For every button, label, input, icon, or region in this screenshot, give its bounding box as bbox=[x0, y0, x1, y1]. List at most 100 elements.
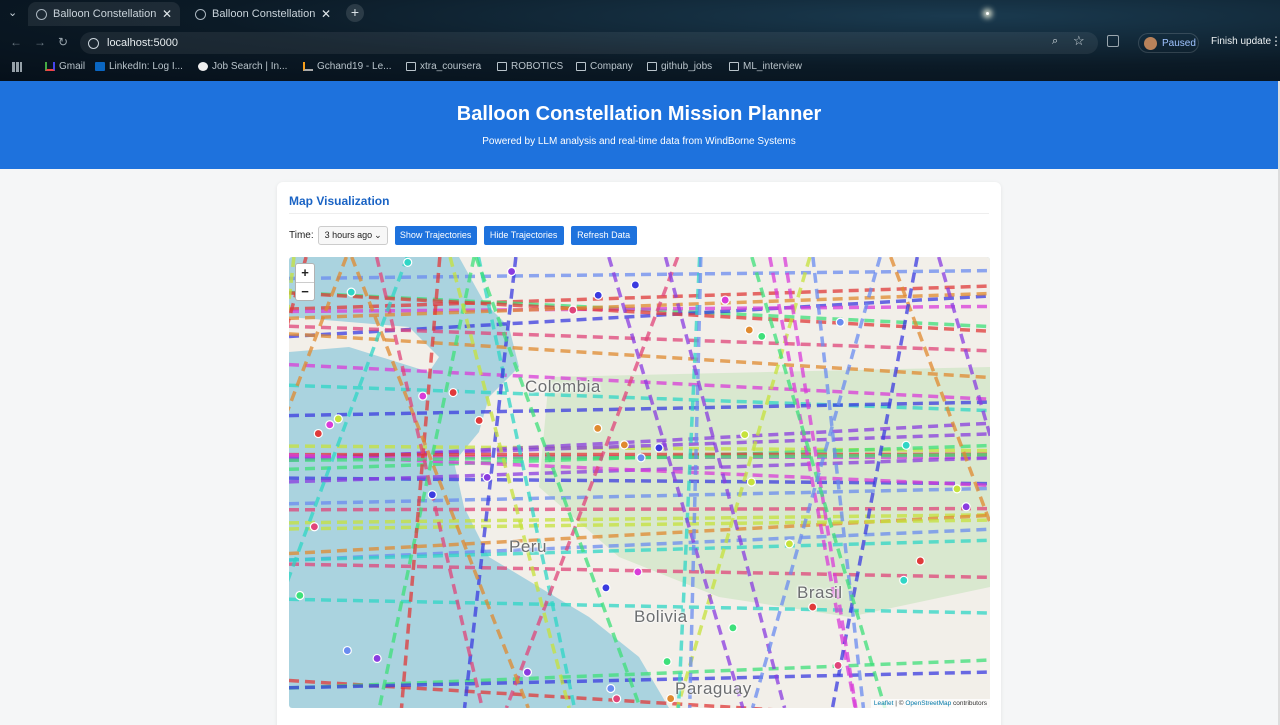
apps-grid-icon[interactable] bbox=[12, 62, 22, 72]
balloon-marker[interactable] bbox=[720, 295, 730, 305]
menu-icon[interactable]: ⋮ bbox=[1270, 34, 1280, 48]
show-trajectories-button[interactable]: Show Trajectories bbox=[394, 225, 477, 245]
balloon-marker[interactable] bbox=[601, 583, 611, 593]
zoom-in-button[interactable]: + bbox=[296, 264, 314, 282]
map-label-peru: Peru bbox=[509, 537, 547, 556]
balloon-marker[interactable] bbox=[372, 653, 382, 664]
balloon-marker[interactable] bbox=[612, 694, 622, 704]
browser-tab-2[interactable]: Balloon Constellation Mi ✕ bbox=[187, 2, 339, 26]
refresh-data-button[interactable]: Refresh Data bbox=[570, 225, 637, 245]
balloon-marker[interactable] bbox=[309, 522, 319, 532]
balloon-marker[interactable] bbox=[522, 667, 533, 677]
balloon-marker[interactable] bbox=[662, 656, 672, 667]
balloon-marker[interactable] bbox=[403, 257, 413, 267]
finish-update-button[interactable]: Finish update bbox=[1211, 36, 1271, 47]
balloon-marker[interactable] bbox=[740, 430, 750, 440]
globe-icon bbox=[195, 8, 206, 20]
bookmark-folder-robotics[interactable]: ROBOTICS bbox=[497, 61, 563, 72]
leaflet-link[interactable]: Leaflet bbox=[874, 700, 894, 707]
balloon-marker[interactable] bbox=[630, 280, 640, 290]
site-info-icon[interactable] bbox=[88, 37, 99, 49]
balloon-marker[interactable] bbox=[342, 645, 352, 656]
time-label: Time: bbox=[289, 229, 314, 241]
hide-trajectories-button[interactable]: Hide Trajectories bbox=[483, 225, 564, 245]
linkedin-icon bbox=[95, 62, 105, 71]
new-tab-button[interactable]: + bbox=[346, 4, 364, 22]
job-search-icon bbox=[198, 62, 208, 71]
balloon-marker[interactable] bbox=[757, 331, 767, 341]
close-icon[interactable]: ✕ bbox=[321, 7, 331, 21]
balloon-marker[interactable] bbox=[835, 317, 845, 327]
tab-strip: ⌄ Balloon Constellation Mi ✕ Balloon Con… bbox=[0, 0, 1280, 27]
reload-icon[interactable]: ↻ bbox=[58, 35, 68, 49]
balloon-marker[interactable] bbox=[333, 414, 343, 424]
balloon-marker[interactable] bbox=[666, 693, 676, 704]
balloon-marker[interactable] bbox=[808, 602, 818, 612]
balloon-marker[interactable] bbox=[593, 423, 603, 433]
balloon-marker[interactable] bbox=[568, 305, 578, 315]
address-bar[interactable]: localhost:5000 bbox=[80, 32, 1098, 54]
browser-tab-1[interactable]: Balloon Constellation Mi ✕ bbox=[28, 2, 180, 26]
star-decoration bbox=[986, 12, 989, 15]
tab-title: Balloon Constellation Mi bbox=[53, 8, 156, 20]
bookmark-job-search[interactable]: Job Search | In... bbox=[198, 61, 287, 72]
back-icon[interactable]: ← bbox=[10, 35, 22, 49]
balloon-marker[interactable] bbox=[833, 660, 843, 671]
divider bbox=[289, 213, 989, 214]
folder-icon bbox=[497, 62, 507, 71]
balloon-marker[interactable] bbox=[448, 387, 458, 398]
bookmark-folder-github-jobs[interactable]: github_jobs bbox=[647, 61, 712, 72]
zoom-out-button[interactable]: − bbox=[296, 282, 314, 300]
balloon-marker[interactable] bbox=[728, 623, 738, 633]
balloon-marker[interactable] bbox=[313, 428, 323, 439]
bookmark-leetcode[interactable]: Gchand19 - Le... bbox=[303, 61, 392, 72]
bookmark-star-icon[interactable]: ☆ bbox=[1073, 33, 1085, 49]
balloon-marker[interactable] bbox=[784, 539, 795, 549]
close-icon[interactable]: ✕ bbox=[162, 7, 172, 21]
balloon-marker[interactable] bbox=[654, 443, 664, 453]
balloon-marker[interactable] bbox=[899, 575, 909, 585]
bookmark-folder-ml-interview[interactable]: ML_interview bbox=[729, 61, 802, 72]
map-label-bolivia: Bolivia bbox=[634, 607, 688, 626]
attribution-tail: contributors bbox=[951, 700, 987, 707]
balloon-marker[interactable] bbox=[325, 420, 335, 430]
map-label-colombia: Colombia bbox=[525, 377, 601, 396]
bookmark-gmail[interactable]: Gmail bbox=[45, 61, 85, 72]
balloon-marker[interactable] bbox=[506, 266, 517, 277]
balloon-marker[interactable] bbox=[593, 290, 603, 300]
bookmark-linkedin[interactable]: LinkedIn: Log I... bbox=[95, 61, 183, 72]
balloon-marker[interactable] bbox=[482, 472, 492, 482]
tab-search-icon[interactable]: ⌄ bbox=[8, 6, 17, 19]
profile-button[interactable]: Paused bbox=[1138, 33, 1199, 53]
trajectory-line bbox=[399, 257, 442, 708]
zoom-icon[interactable]: ⌕ bbox=[1052, 35, 1058, 48]
balloon-marker[interactable] bbox=[746, 477, 757, 487]
osm-link[interactable]: OpenStreetMap bbox=[905, 700, 951, 707]
balloon-marker[interactable] bbox=[427, 490, 437, 500]
balloon-marker[interactable] bbox=[636, 453, 646, 463]
balloon-marker[interactable] bbox=[346, 287, 356, 297]
forward-icon[interactable]: → bbox=[34, 35, 46, 49]
balloon-marker[interactable] bbox=[474, 415, 484, 426]
gmail-icon bbox=[45, 62, 55, 71]
balloon-marker[interactable] bbox=[619, 440, 629, 450]
map-controls: Time: 3 hours ago ⌄ Show Trajectories Hi… bbox=[289, 225, 637, 245]
balloon-marker[interactable] bbox=[744, 325, 754, 335]
balloon-marker[interactable] bbox=[901, 440, 911, 450]
map-canvas[interactable] bbox=[289, 257, 990, 708]
balloon-marker[interactable] bbox=[606, 683, 616, 694]
balloon-marker[interactable] bbox=[418, 391, 428, 401]
bookmark-folder-company[interactable]: Company bbox=[576, 61, 633, 72]
time-select[interactable]: 3 hours ago ⌄ bbox=[317, 225, 388, 245]
balloon-marker[interactable] bbox=[961, 502, 971, 512]
extensions-icon[interactable] bbox=[1107, 35, 1119, 47]
balloon-marker[interactable] bbox=[915, 556, 925, 566]
map-panel: Map Visualization Time: 3 hours ago ⌄ Sh… bbox=[277, 182, 1001, 725]
leetcode-icon bbox=[303, 62, 313, 71]
balloon-marker[interactable] bbox=[295, 590, 305, 601]
bookmark-folder-coursera[interactable]: xtra_coursera bbox=[406, 61, 481, 72]
balloon-marker[interactable] bbox=[633, 567, 643, 577]
balloon-marker[interactable] bbox=[952, 484, 962, 494]
panel-title: Map Visualization bbox=[289, 194, 390, 208]
map-view[interactable]: Colombia Peru Brasil Bolivia Paraguay + … bbox=[289, 257, 990, 708]
